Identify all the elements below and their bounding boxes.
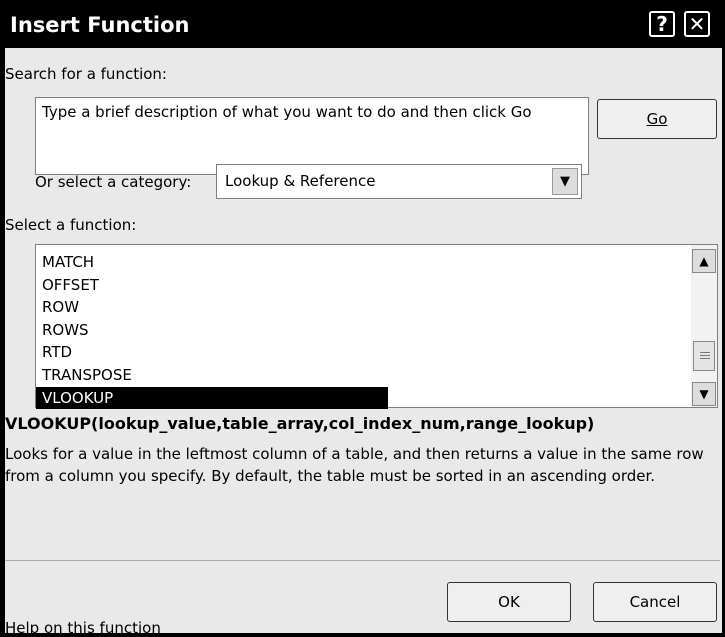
help-link[interactable]: Help on this function xyxy=(5,619,161,637)
go-button-label: Go xyxy=(646,110,668,128)
help-icon[interactable]: ? xyxy=(649,11,675,37)
list-item-selected[interactable]: VLOOKUP xyxy=(36,386,388,410)
function-list[interactable]: MATCH OFFSET ROW ROWS RTD TRANSPOSE VLOO… xyxy=(35,244,718,410)
thumb-grip xyxy=(700,355,710,356)
search-label: Search for a function: xyxy=(5,65,167,83)
dialog-title: Insert Function xyxy=(10,13,190,37)
function-list-label: Select a function: xyxy=(5,216,137,234)
go-button[interactable]: Go xyxy=(597,99,717,139)
list-item[interactable]: ROWS xyxy=(36,319,388,342)
category-value: Lookup & Reference xyxy=(225,172,376,190)
divider xyxy=(5,560,720,561)
list-scrollbar[interactable]: ▲ ▼ xyxy=(691,245,717,407)
function-syntax: VLOOKUP(lookup_value,table_array,col_ind… xyxy=(5,414,595,433)
chevron-down-icon[interactable]: ▼ xyxy=(552,168,578,195)
cancel-button[interactable]: Cancel xyxy=(593,582,717,622)
title-bar: Insert Function ? ✕ xyxy=(0,0,725,48)
list-item[interactable]: ROW xyxy=(36,296,388,319)
list-item[interactable]: TRANSPOSE xyxy=(36,364,388,387)
list-item[interactable]: OFFSET xyxy=(36,274,388,297)
thumb-grip xyxy=(700,358,710,359)
function-description: Looks for a value in the leftmost column… xyxy=(5,445,704,485)
category-label: Or select a category: xyxy=(35,173,192,191)
scroll-up-icon[interactable]: ▲ xyxy=(692,249,716,273)
thumb-grip xyxy=(700,352,710,353)
function-list-items: MATCH OFFSET ROW ROWS RTD TRANSPOSE VLOO… xyxy=(36,251,388,410)
list-item[interactable]: MATCH xyxy=(36,251,388,274)
scroll-thumb[interactable] xyxy=(693,341,715,371)
insert-function-dialog: Insert Function ? ✕ Search for a functio… xyxy=(0,0,725,637)
category-select[interactable]: Lookup & Reference ▼ xyxy=(216,164,582,199)
ok-button[interactable]: OK xyxy=(447,582,571,622)
dialog-body: Search for a function: Type a brief desc… xyxy=(5,48,722,637)
list-item[interactable]: RTD xyxy=(36,341,388,364)
scroll-down-icon[interactable]: ▼ xyxy=(692,382,716,406)
close-icon[interactable]: ✕ xyxy=(684,11,710,37)
